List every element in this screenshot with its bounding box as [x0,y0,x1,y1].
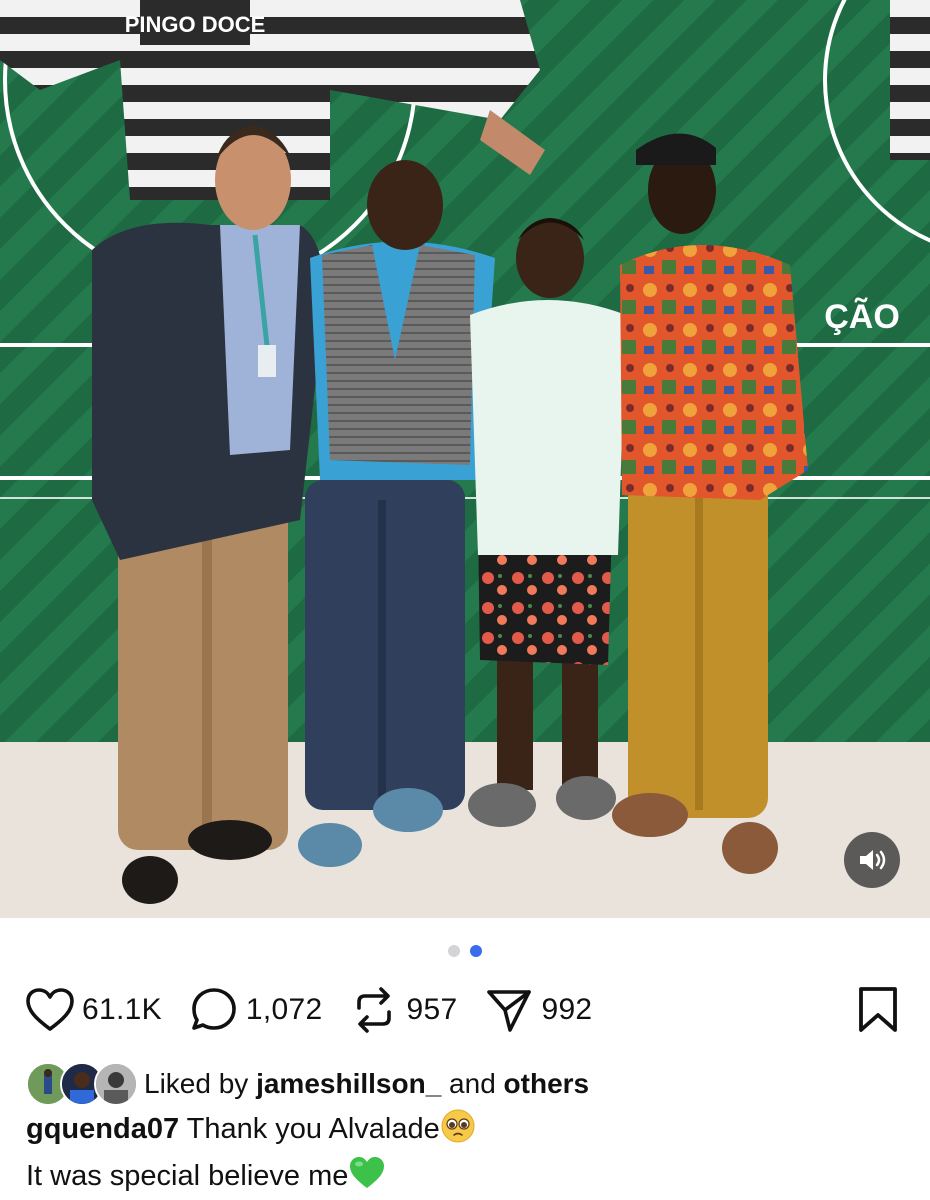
caption-username[interactable]: gquenda07 [26,1113,179,1145]
avatar [94,1062,138,1106]
like-count: 61.1K [82,993,162,1026]
bookmark-icon [852,984,904,1036]
repost-icon [348,984,400,1036]
liked-by-user[interactable]: jameshillson_ [256,1068,441,1099]
liked-by-prefix: Liked by [144,1068,249,1099]
liked-by-text: Liked by jameshillson_ and others [144,1068,589,1100]
photo-illustration: PINGO DOCE ÇÃO [0,0,930,918]
action-bar: 61.1K 1,072 957 992 [24,984,904,1036]
carousel-dot-1[interactable] [448,945,460,957]
liked-by-middle: and [449,1068,496,1099]
comment-count: 1,072 [245,993,323,1026]
wall-sign-top: PINGO DOCE [125,12,266,37]
liked-by-others[interactable]: others [504,1068,590,1099]
carousel-indicator [0,945,930,957]
share-button[interactable]: 992 [483,984,592,1036]
liked-by-row[interactable]: Liked by jameshillson_ and others [26,1062,589,1106]
caption-line-1: gquenda07 Thank you Alvalade [26,1108,906,1155]
carousel-dot-2-active[interactable] [470,945,482,957]
repost-button[interactable]: 957 [348,984,457,1036]
mute-button[interactable] [844,832,900,888]
comment-button[interactable]: 1,072 [188,984,323,1036]
caption-line-2: It was special believe me [26,1155,906,1200]
pleading-face-emoji [440,1108,476,1155]
bookmark-button[interactable] [852,984,904,1036]
speaker-icon [860,850,886,870]
heart-icon [24,984,76,1036]
wall-sign-cao: ÇÃO [824,298,900,336]
share-count: 992 [541,993,593,1026]
post-photo[interactable]: PINGO DOCE ÇÃO [0,0,930,918]
send-icon [483,984,535,1036]
liker-avatars[interactable] [26,1062,138,1106]
like-button[interactable]: 61.1K [24,984,162,1036]
green-heart-emoji [348,1155,386,1200]
repost-count: 957 [406,993,458,1026]
caption-text-1: Thank you Alvalade [186,1113,440,1145]
caption: gquenda07 Thank you Alvalade It was spec… [26,1108,906,1200]
caption-text-2: It was special believe me [26,1160,349,1192]
comment-icon [188,984,240,1036]
post: PINGO DOCE ÇÃO 61.1K 1,072 957 992 Liked… [0,0,930,1200]
